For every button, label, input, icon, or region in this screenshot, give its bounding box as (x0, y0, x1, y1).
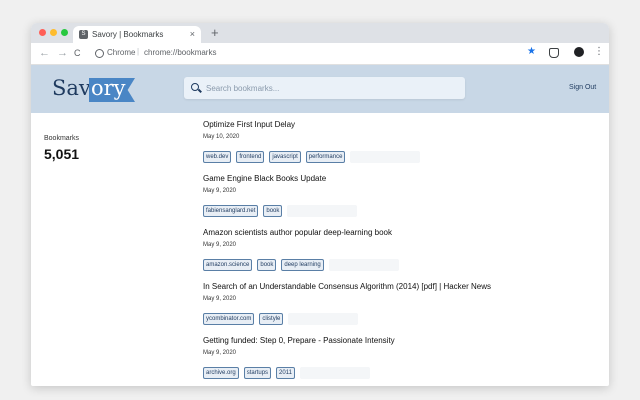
bookmark-tags: archive.org startups 2011 (203, 367, 370, 379)
new-tab-button[interactable]: + (211, 25, 219, 41)
tag-chip[interactable]: fabiensanglard.net (203, 205, 259, 217)
add-tag-placeholder[interactable] (287, 205, 358, 217)
bookmark-title-link[interactable]: Game Engine Black Books Update (203, 174, 326, 183)
extension-shield-icon[interactable] (549, 48, 559, 58)
search-input[interactable] (206, 81, 456, 95)
tag-chip[interactable]: archive.org (203, 367, 239, 379)
add-tag-placeholder[interactable] (328, 259, 399, 271)
bookmark-title-link[interactable]: In Search of an Understandable Consensus… (203, 282, 491, 291)
tag-chip[interactable]: book (263, 205, 283, 217)
bookmark-title-link[interactable]: Optimize First Input Delay (203, 120, 295, 129)
reload-icon[interactable]: C (74, 46, 81, 60)
omnibox-separator: | (137, 47, 140, 56)
browser-menu-icon[interactable]: ⋮ (594, 45, 604, 59)
bookmark-date: May 9, 2020 (203, 350, 237, 356)
logo-text-part1: Sav (52, 76, 91, 100)
logo-text-part2: ory (91, 76, 126, 100)
search-icon (191, 83, 199, 91)
profile-avatar-icon[interactable] (574, 47, 584, 57)
minimize-window-button[interactable] (50, 29, 57, 36)
search-box[interactable] (184, 77, 465, 99)
bookmark-item: Getting funded: Step 0, Prepare - Passio… (203, 333, 583, 386)
maximize-window-button[interactable] (61, 29, 68, 36)
tag-chip[interactable]: amazon.science (203, 259, 253, 271)
tag-chip[interactable]: book (257, 259, 277, 271)
tab-strip: S Savory | Bookmarks × + (31, 23, 609, 43)
bookmark-item: Amazon scientists author popular deep-le… (203, 225, 583, 279)
bookmark-title-link[interactable]: Getting funded: Step 0, Prepare - Passio… (203, 336, 395, 345)
bookmark-tags: fabiensanglard.net book (203, 205, 358, 217)
bookmark-item: In Search of an Understandable Consensus… (203, 279, 583, 333)
bookmark-list: Optimize First Input Delay May 10, 2020 … (203, 117, 583, 386)
bookmark-date: May 9, 2020 (203, 242, 237, 248)
tab-close-icon[interactable]: × (190, 29, 195, 39)
bookmarks-count-label: Bookmarks (44, 135, 80, 142)
tag-chip[interactable]: performance (305, 151, 346, 163)
tab-savory-bookmarks[interactable]: S Savory | Bookmarks × (73, 26, 201, 43)
browser-toolbar: ← → C Chrome | chrome://bookmarks ★ ⋮ (31, 43, 609, 65)
bookmark-item: Optimize First Input Delay May 10, 2020 … (203, 117, 583, 171)
omnibox-url[interactable]: chrome://bookmarks (144, 48, 216, 57)
bookmark-tags: web.dev frontend javascript performance (203, 151, 421, 163)
app-header: Sav ory Sign Out (31, 65, 609, 113)
bookmark-tags: amazon.science book deep learning (203, 259, 399, 271)
savory-favicon-icon: S (79, 30, 88, 39)
bookmark-star-icon[interactable]: ★ (527, 46, 536, 58)
address-bar[interactable]: Chrome | chrome://bookmarks (91, 46, 531, 61)
tab-title: Savory | Bookmarks (92, 30, 164, 39)
tag-chip[interactable]: javascript (269, 151, 301, 163)
browser-window: S Savory | Bookmarks × + ← → C Chrome | … (31, 23, 609, 386)
back-arrow-icon[interactable]: ← (39, 46, 50, 60)
bookmark-date: May 9, 2020 (203, 188, 237, 194)
bookmarks-count-value: 5,051 (44, 146, 80, 162)
tag-chip[interactable]: startups (243, 367, 272, 379)
chrome-secure-icon (95, 49, 104, 58)
forward-arrow-icon[interactable]: → (57, 46, 68, 60)
bookmark-title-link[interactable]: Amazon scientists author popular deep-le… (203, 228, 392, 237)
tag-chip[interactable]: 2011 (276, 367, 295, 379)
tag-chip[interactable]: web.dev (203, 151, 232, 163)
tag-chip[interactable]: deep learning (281, 259, 324, 271)
bookmark-item: Game Engine Black Books Update May 9, 20… (203, 171, 583, 225)
tag-chip[interactable]: frontend (236, 151, 265, 163)
bookmark-tags: ycombinator.com clistyle (203, 313, 359, 325)
add-tag-placeholder[interactable] (350, 151, 421, 163)
close-window-button[interactable] (39, 29, 46, 36)
omnibox-chrome-label: Chrome (107, 48, 136, 57)
add-tag-placeholder[interactable] (288, 313, 359, 325)
sign-out-link[interactable]: Sign Out (569, 84, 596, 91)
tag-chip[interactable]: clistyle (259, 313, 284, 325)
add-tag-placeholder[interactable] (299, 367, 370, 379)
bookmark-date: May 9, 2020 (203, 296, 237, 302)
bookmark-date: May 10, 2020 (203, 134, 240, 140)
tag-chip[interactable]: ycombinator.com (203, 313, 255, 325)
